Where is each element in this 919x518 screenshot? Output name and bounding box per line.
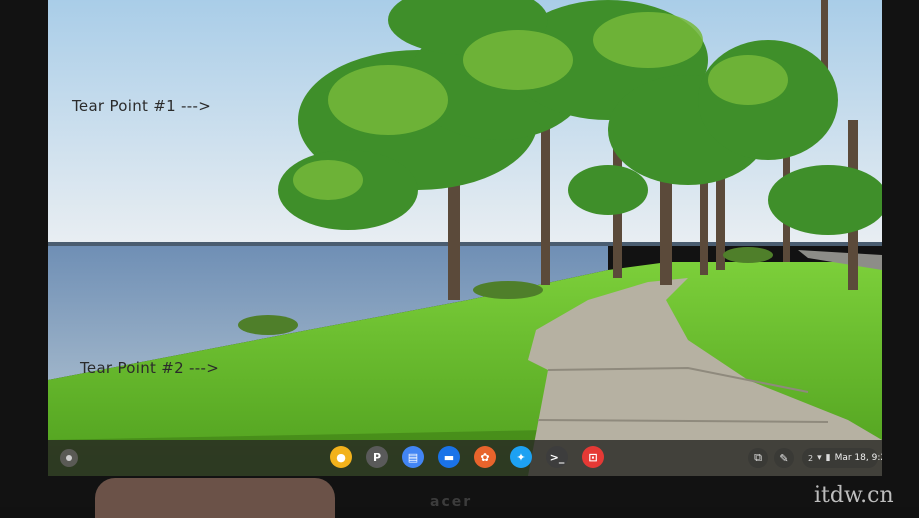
clipboard-icon[interactable]: ⧉: [748, 448, 768, 468]
files-icon[interactable]: ▬: [438, 446, 460, 468]
clock: Mar 18, 9:22: [834, 453, 882, 463]
tear-point-1-label: Tear Point #1 --->: [72, 97, 212, 115]
hand-in-foreground: [95, 478, 335, 518]
twitter-icon[interactable]: ✦: [510, 446, 532, 468]
docs-icon[interactable]: ▤: [402, 446, 424, 468]
p-app-icon[interactable]: P: [366, 446, 388, 468]
launcher-button[interactable]: [60, 449, 78, 467]
pinned-apps: ● P ▤ ▬ ✿ ✦ >_ ⊡: [330, 446, 604, 470]
system-tray[interactable]: 2 ▾ ▮ Mar 18, 9:22: [802, 448, 882, 468]
photos-icon[interactable]: ✿: [474, 446, 496, 468]
shelf: ● P ▤ ▬ ✿ ✦ >_ ⊡ ⧉ ✎ 2 ▾ ▮ Mar 18, 9:22: [48, 440, 882, 476]
chrome-icon[interactable]: ●: [330, 446, 352, 468]
battery-icon: ▮: [825, 453, 831, 463]
notification-count-badge: 2: [808, 453, 814, 463]
screen-capture-icon[interactable]: ⊡: [582, 446, 604, 468]
wallpaper: [48, 0, 882, 476]
terminal-icon[interactable]: >_: [546, 446, 568, 468]
watermark: itdw.cn: [814, 483, 894, 508]
wifi-icon: ▾: [817, 453, 822, 463]
tear-point-2-label: Tear Point #2 --->: [80, 359, 220, 377]
stylus-tools-icon[interactable]: ✎: [774, 448, 794, 468]
device-brand-logo: acer: [430, 494, 473, 510]
desktop-screen: Tear Point #1 ---> Tear Point #2 ---> ● …: [48, 0, 882, 476]
